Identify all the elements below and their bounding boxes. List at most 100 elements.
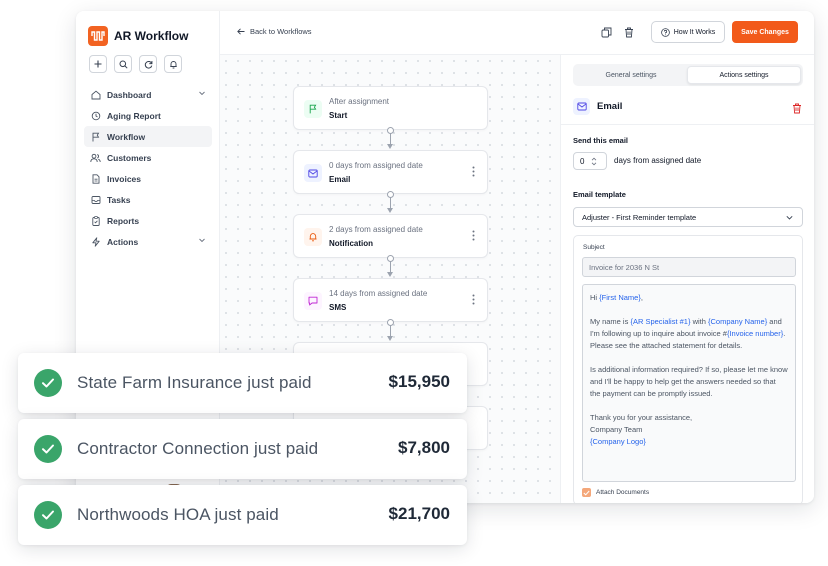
template-value: Adjuster - First Reminder template	[582, 212, 697, 222]
sidebar-item-label: Reports	[107, 215, 140, 226]
how-it-works-label: How It Works	[673, 28, 716, 36]
email-body-editor[interactable]: Hi {First Name}, My name is {AR Speciali…	[582, 284, 796, 482]
mail-icon	[304, 164, 322, 182]
send-label: Send this email	[573, 136, 629, 145]
workflow-node-email[interactable]: 0 days from assigned date Email	[293, 150, 488, 194]
trash-icon	[625, 27, 633, 37]
sidebar-item-dashboard[interactable]: Dashboard	[84, 84, 212, 105]
quick-actions	[89, 55, 182, 73]
attach-label: Attach Documents	[596, 489, 650, 496]
toast-message: State Farm Insurance just paid	[77, 373, 312, 392]
template-select[interactable]: Adjuster - First Reminder template	[573, 207, 803, 227]
sidebar-item-label: Customers	[107, 152, 152, 163]
workflow-node-notification[interactable]: 2 days from assigned date Notification	[293, 214, 488, 258]
add-button[interactable]	[89, 55, 107, 73]
variable-token[interactable]: {AR Specialist #1}	[630, 317, 690, 326]
workflow-node-sms[interactable]: 14 days from assigned date SMS	[293, 278, 488, 322]
chevron-down-icon[interactable]	[198, 236, 206, 244]
subject-value: Invoice for 2036 N St	[589, 262, 660, 272]
days-suffix: days from assigned date	[614, 156, 702, 165]
template-label: Email template	[573, 190, 626, 199]
tab-actions-settings[interactable]: Actions settings	[687, 66, 801, 84]
stage: AR Workflow Dashboard Aging Report Workf…	[0, 0, 828, 566]
check-circle-icon	[34, 501, 62, 529]
bell-icon	[304, 228, 322, 246]
chevron-up-down-icon[interactable]	[591, 157, 597, 166]
variable-token[interactable]: {First Name}	[599, 293, 641, 302]
more-vertical-icon[interactable]	[472, 294, 476, 305]
delete-action-button[interactable]	[792, 101, 802, 119]
sidebar-item-label: Dashboard	[107, 89, 152, 100]
days-stepper[interactable]: 0	[573, 152, 607, 170]
attach-documents-checkbox[interactable]: Attach Documents	[582, 488, 649, 497]
connector-dot[interactable]	[387, 191, 394, 198]
variable-token[interactable]: {Company Name}	[708, 317, 767, 326]
sidebar-item-label: Invoices	[107, 173, 142, 184]
refresh-button[interactable]	[139, 55, 157, 73]
tab-general-settings[interactable]: General settings	[575, 66, 687, 84]
refresh-icon	[144, 60, 152, 69]
clock-icon	[90, 110, 101, 121]
home-icon	[90, 89, 101, 100]
copy-icon	[601, 27, 611, 37]
body-greeting: Hi {First Name},	[590, 293, 643, 302]
more-vertical-icon[interactable]	[472, 166, 476, 177]
plus-icon	[94, 60, 102, 68]
connector-dot[interactable]	[387, 255, 394, 262]
back-link[interactable]: Back to Workflows	[237, 27, 312, 36]
toast-message: Northwoods HOA just paid	[77, 505, 279, 524]
help-circle-icon	[660, 27, 670, 37]
connector-dot[interactable]	[387, 319, 394, 326]
sidebar-item-customers[interactable]: Customers	[84, 147, 212, 168]
sidebar-nav: Dashboard Aging Report Workflow Customer…	[84, 84, 212, 252]
back-label: Back to Workflows	[250, 27, 312, 36]
brand-logo-icon	[88, 26, 108, 46]
arrow-left-icon	[237, 28, 245, 35]
check-circle-icon	[34, 435, 62, 463]
chevron-down-icon	[786, 215, 793, 220]
save-changes-button[interactable]: Save Changes	[732, 21, 798, 43]
sidebar-item-aging-report[interactable]: Aging Report	[84, 105, 212, 126]
file-icon	[90, 173, 101, 184]
sidebar-item-reports[interactable]: Reports	[84, 210, 212, 231]
body-paragraph: Is additional information required? If s…	[590, 365, 788, 398]
topbar: Back to Workflows How It Works Save Chan…	[220, 11, 814, 55]
sidebar-item-tasks[interactable]: Tasks	[84, 189, 212, 210]
workflow-node-start[interactable]: After assignment Start	[293, 86, 488, 130]
zap-icon	[90, 236, 101, 247]
brand[interactable]: AR Workflow	[88, 26, 188, 46]
variable-token[interactable]: {Invoice number}	[727, 329, 783, 338]
sidebar-item-workflow[interactable]: Workflow	[84, 126, 212, 147]
variable-token[interactable]: {Company Logo}	[590, 436, 788, 448]
chevron-down-icon[interactable]	[198, 89, 206, 97]
node-title: Start	[329, 111, 348, 120]
delete-workflow-button[interactable]	[623, 26, 635, 38]
how-it-works-button[interactable]: How It Works	[651, 21, 725, 43]
action-settings-panel: General settings Actions settings Email …	[560, 55, 814, 503]
clipboard-icon	[90, 215, 101, 226]
sidebar-item-invoices[interactable]: Invoices	[84, 168, 212, 189]
subject-input[interactable]: Invoice for 2036 N St	[582, 257, 796, 277]
node-timing: 0 days from assigned date	[329, 161, 423, 170]
bell-icon	[169, 60, 177, 68]
duplicate-button[interactable]	[600, 26, 612, 38]
toast-amount: $21,700	[388, 504, 450, 523]
toast-message: Contractor Connection just paid	[77, 439, 319, 458]
divider	[561, 124, 814, 125]
toast-amount: $15,950	[388, 372, 450, 391]
more-vertical-icon[interactable]	[472, 230, 476, 241]
notifications-button[interactable]	[164, 55, 182, 73]
sidebar-item-actions[interactable]: Actions	[84, 231, 212, 252]
check-circle-icon	[34, 369, 62, 397]
settings-tabs: General settings Actions settings	[573, 64, 803, 86]
node-title: SMS	[329, 303, 347, 312]
brand-name: AR Workflow	[114, 29, 189, 43]
search-button[interactable]	[114, 55, 132, 73]
payment-toast: Contractor Connection just paid $7,800	[18, 419, 467, 479]
sidebar-item-label: Aging Report	[107, 110, 161, 121]
sidebar-item-label: Workflow	[107, 131, 146, 142]
connector-dot[interactable]	[387, 127, 394, 134]
payment-toast: State Farm Insurance just paid $15,950	[18, 353, 467, 413]
check-icon	[582, 488, 591, 497]
body-paragraph: My name is {AR Specialist #1} with {Comp…	[590, 317, 786, 350]
